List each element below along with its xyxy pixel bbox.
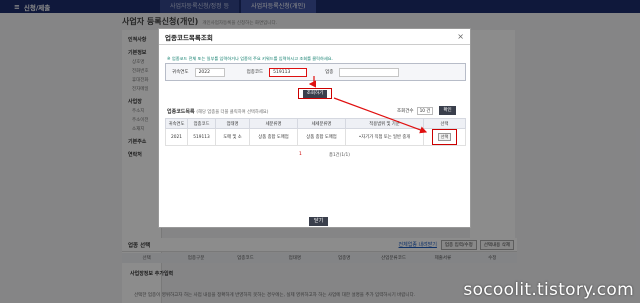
annotation-arrows bbox=[308, 76, 428, 134]
arrow-to-search-button bbox=[308, 76, 316, 88]
screen: ≡ 신청/제출 사업자등록신청/정정 등 사업자등록신청(개인) 사업자 등록신… bbox=[0, 0, 640, 303]
watermark: socoolit.tistory.com bbox=[463, 280, 634, 300]
arrow-to-select-button bbox=[333, 97, 428, 134]
